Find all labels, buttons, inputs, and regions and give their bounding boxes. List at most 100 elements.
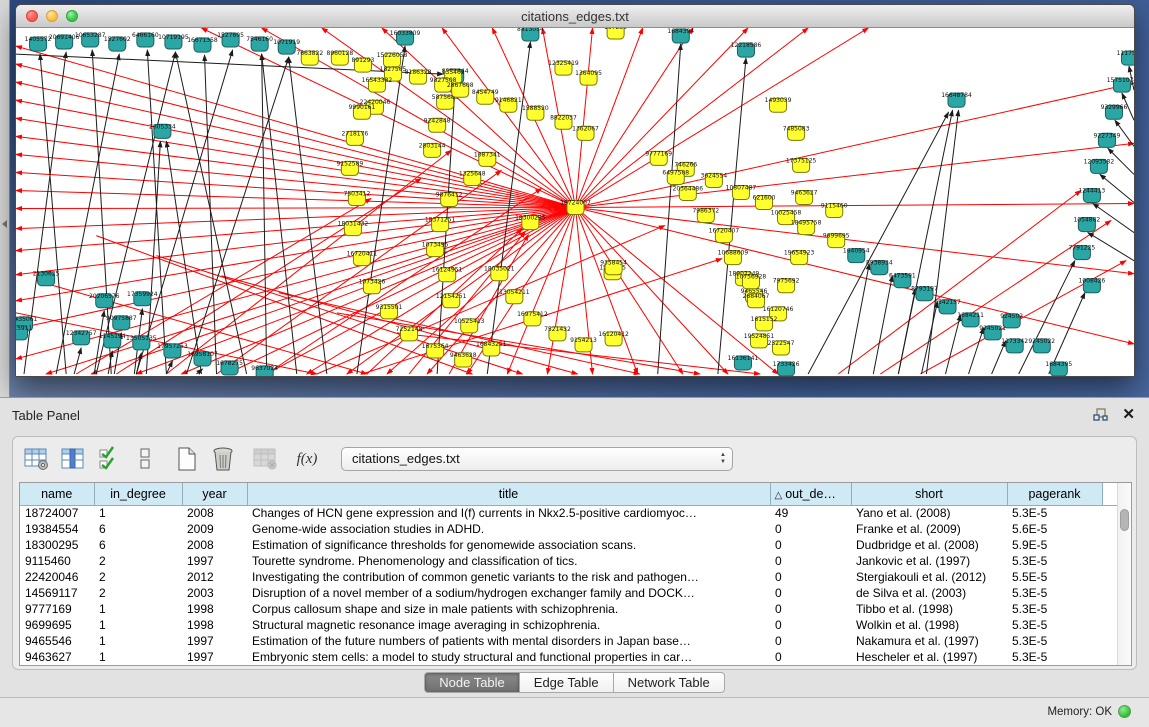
table-cell[interactable]: 2009 [182, 521, 247, 537]
table-cell[interactable]: 9115460 [20, 553, 94, 569]
table-cell[interactable]: 14569117 [20, 585, 94, 601]
table-cell[interactable]: 2 [94, 553, 182, 569]
table-cell[interactable]: 1997 [182, 649, 247, 665]
table-cell[interactable]: 5.3E-5 [1007, 505, 1102, 521]
table-cell[interactable]: 5.5E-5 [1007, 569, 1102, 585]
table-cell[interactable]: Nakamura et al. (1997) [851, 633, 1007, 649]
table-row[interactable]: 1938455462009Genome-wide association stu… [20, 521, 1122, 537]
table-cell[interactable]: 0 [770, 521, 851, 537]
table-cell[interactable]: Stergiakouli et al. (2012) [851, 569, 1007, 585]
table-cell[interactable]: Disruption of a novel member of a sodium… [247, 585, 770, 601]
table-cell[interactable]: 1 [94, 649, 182, 665]
table-cell[interactable]: 6 [94, 537, 182, 553]
table-scrollbar[interactable] [1117, 483, 1131, 665]
table-cell[interactable]: 2008 [182, 537, 247, 553]
table-row[interactable]: 911546021997Tourette syndrome. Phenomeno… [20, 553, 1122, 569]
table-cell[interactable]: 9777169 [20, 601, 94, 617]
table-cell[interactable]: 2 [94, 569, 182, 585]
table-cell[interactable]: 19384554 [20, 521, 94, 537]
table-row[interactable]: 1872400712008Changes of HCN gene express… [20, 505, 1122, 521]
table-cell[interactable]: 1 [94, 601, 182, 617]
window-titlebar[interactable]: citations_edges.txt [16, 5, 1134, 28]
table-cell[interactable]: Embryonic stem cells: a model to study s… [247, 649, 770, 665]
table-cell[interactable]: Structural magnetic resonance image aver… [247, 617, 770, 633]
column-header-short[interactable]: short [851, 483, 1007, 505]
table-cell[interactable]: 1998 [182, 617, 247, 633]
table-cell[interactable]: Tourette syndrome. Phenomenology and cla… [247, 553, 770, 569]
table-row[interactable]: 969969511998Structural magnetic resonanc… [20, 617, 1122, 633]
new-table-icon[interactable] [171, 443, 203, 475]
table-cell[interactable]: Tibbo et al. (1998) [851, 601, 1007, 617]
column-header-name[interactable]: name [20, 483, 94, 505]
table-row[interactable]: 1456911722003Disruption of a novel membe… [20, 585, 1122, 601]
table-row[interactable]: 2242004622012Investigating the contribut… [20, 569, 1122, 585]
table-settings-icon[interactable] [21, 443, 53, 475]
table-cell[interactable]: 18724007 [20, 505, 94, 521]
table-row[interactable]: 977716911998Corpus callosum shape and si… [20, 601, 1122, 617]
table-cell[interactable]: 2008 [182, 505, 247, 521]
table-row[interactable]: 1830029562008Estimation of significance … [20, 537, 1122, 553]
select-all-icon[interactable] [93, 443, 125, 475]
table-row[interactable]: 946362711997Embryonic stem cells: a mode… [20, 649, 1122, 665]
table-cell[interactable]: 1 [94, 505, 182, 521]
table-cell[interactable]: 2003 [182, 585, 247, 601]
table-cell[interactable]: 5.3E-5 [1007, 649, 1102, 665]
table-cell[interactable]: Corpus callosum shape and size in male p… [247, 601, 770, 617]
table-cell[interactable]: 1 [94, 617, 182, 633]
table-cell[interactable]: 9465546 [20, 633, 94, 649]
table-scrollbar-thumb[interactable] [1120, 509, 1129, 531]
column-header-title[interactable]: title [247, 483, 770, 505]
table-cell[interactable]: 5.9E-5 [1007, 537, 1102, 553]
table-cell[interactable]: 1997 [182, 553, 247, 569]
table-cell[interactable]: 5.3E-5 [1007, 633, 1102, 649]
table-cell[interactable]: 5.6E-5 [1007, 521, 1102, 537]
table-cell[interactable]: Jankovic et al. (1997) [851, 553, 1007, 569]
table-source-select[interactable]: citations_edges.txt ▲▼ [341, 447, 733, 471]
table-row[interactable]: 946554611997Estimation of the future num… [20, 633, 1122, 649]
table-cell[interactable]: 0 [770, 617, 851, 633]
table-cell[interactable]: 0 [770, 649, 851, 665]
table-cell[interactable]: de Silva et al. (2003) [851, 585, 1007, 601]
rows-icon[interactable] [129, 443, 161, 475]
table-cell[interactable]: 1 [94, 633, 182, 649]
table-cell[interactable]: Hescheler et al. (1997) [851, 649, 1007, 665]
table-cell[interactable]: 2012 [182, 569, 247, 585]
table-cell[interactable]: Estimation of significance thresholds fo… [247, 537, 770, 553]
column-header-out_de[interactable]: △out_de… [770, 483, 851, 505]
table-cell[interactable]: 0 [770, 633, 851, 649]
table-cell[interactable]: 0 [770, 601, 851, 617]
collapse-arrow-icon[interactable] [2, 220, 7, 228]
table-cell[interactable]: Genome-wide association studies in ADHD. [247, 521, 770, 537]
table-cell[interactable]: 0 [770, 537, 851, 553]
delete-table-icon[interactable] [249, 443, 281, 475]
delete-column-icon[interactable] [207, 443, 239, 475]
table-cell[interactable]: 6 [94, 521, 182, 537]
table-cell[interactable]: 9699695 [20, 617, 94, 633]
table-cell[interactable]: Franke et al. (2009) [851, 521, 1007, 537]
table-cell[interactable]: 2 [94, 585, 182, 601]
table-cell[interactable]: 0 [770, 553, 851, 569]
column-header-pagerank[interactable]: pagerank [1007, 483, 1102, 505]
close-panel-icon[interactable]: ✕ [1122, 407, 1135, 423]
tab-edge-table[interactable]: Edge Table [520, 672, 614, 693]
table-cell[interactable]: 5.3E-5 [1007, 601, 1102, 617]
column-header-in_degree[interactable]: in_degree [94, 483, 182, 505]
table-cell[interactable]: Wolkin et al. (1998) [851, 617, 1007, 633]
table-cell[interactable]: Dudbridge et al. (2008) [851, 537, 1007, 553]
table-cell[interactable]: 49 [770, 505, 851, 521]
table-cell[interactable]: 18300295 [20, 537, 94, 553]
table-cell[interactable]: Changes of HCN gene expression and I(f) … [247, 505, 770, 521]
function-builder-icon[interactable]: f(x) [291, 443, 323, 475]
table-cell[interactable]: Yano et al. (2008) [851, 505, 1007, 521]
network-canvas[interactable]: 1405572206914061065328715276026466160107… [16, 28, 1134, 376]
citation-network-graph[interactable]: 1405572206914061065328715276026466160107… [16, 28, 1134, 376]
table-cell[interactable]: 5.3E-5 [1007, 553, 1102, 569]
table-cell[interactable]: 1997 [182, 633, 247, 649]
table-cell[interactable]: 0 [770, 585, 851, 601]
table-cell[interactable]: 5.3E-5 [1007, 617, 1102, 633]
column-header-year[interactable]: year [182, 483, 247, 505]
tab-node-table[interactable]: Node Table [424, 672, 520, 693]
table-cell[interactable]: 22420046 [20, 569, 94, 585]
tab-network-table[interactable]: Network Table [614, 672, 725, 693]
table-cell[interactable]: 9463627 [20, 649, 94, 665]
